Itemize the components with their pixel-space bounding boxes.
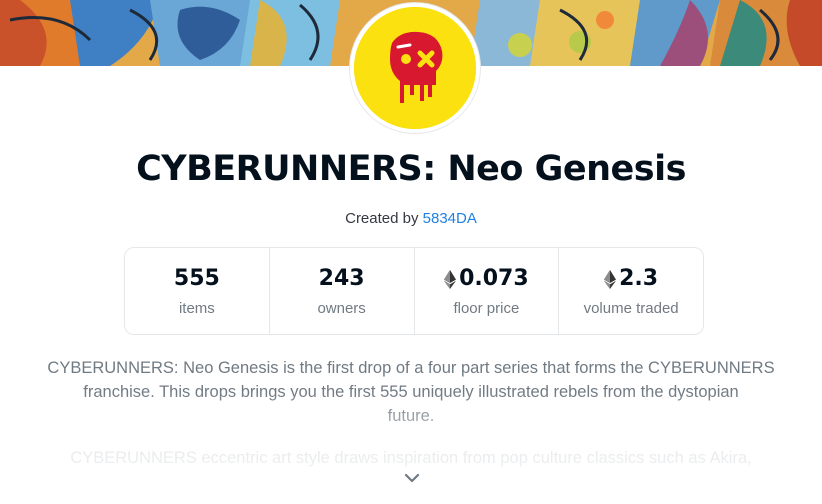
stat-owners[interactable]: 243 owners (270, 248, 415, 334)
description-line: CYBERUNNERS: Neo Genesis is the first dr… (47, 359, 775, 377)
description-second-paragraph: CYBERUNNERS eccentric art style draws in… (70, 449, 752, 467)
stat-label: items (178, 300, 215, 317)
stat-volume-traded[interactable]: 2.3 volume traded (559, 248, 703, 334)
stat-value: 0.073 (444, 264, 529, 294)
stat-label: floor price (453, 300, 520, 317)
collection-description: CYBERUNNERS: Neo Genesis is the first dr… (40, 356, 782, 428)
stat-label: owners (317, 300, 366, 317)
dripping-skull-icon (354, 7, 476, 129)
stat-floor-price[interactable]: 0.073 floor price (415, 248, 560, 334)
created-by-label: Created by (345, 210, 419, 227)
creator-link[interactable]: 5834DA (423, 210, 477, 227)
creator-line: Created by 5834DA (0, 208, 822, 230)
collection-title: CYBERUNNERS: Neo Genesis (136, 149, 686, 189)
ethereum-icon (444, 269, 457, 289)
stat-value: 243 (318, 266, 365, 291)
expand-description-button[interactable] (403, 470, 421, 486)
collection-avatar (350, 3, 480, 133)
stat-label: volume traded (583, 300, 679, 317)
chevron-down-icon (404, 473, 420, 483)
description-line: franchise. This drops brings you the fir… (83, 383, 739, 401)
stat-value: 555 (173, 266, 220, 291)
ethereum-icon (604, 269, 617, 289)
description-line: future. (387, 407, 435, 425)
collection-stats: 555 items 243 owners 0.073 floor price 2… (124, 247, 704, 335)
stat-value: 2.3 (604, 264, 658, 294)
stat-items[interactable]: 555 items (125, 248, 270, 334)
